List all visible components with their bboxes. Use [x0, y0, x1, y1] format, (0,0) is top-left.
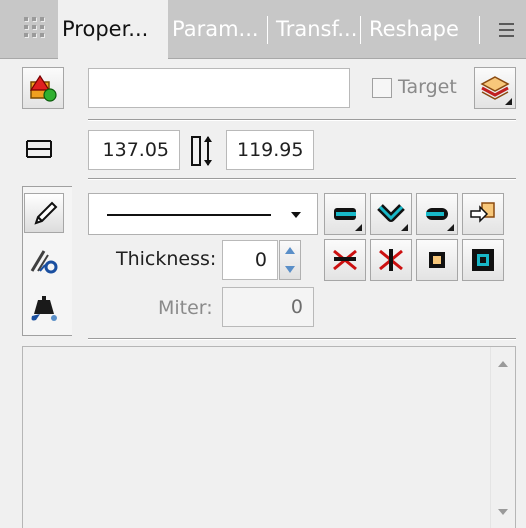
- miter-join-button[interactable]: [324, 239, 366, 281]
- stroke-import-button[interactable]: [462, 193, 504, 235]
- line-style-dropdown[interactable]: [88, 193, 318, 235]
- inside-stroke-icon: [429, 252, 445, 268]
- tab-properties[interactable]: Proper...: [58, 0, 168, 59]
- tab-separator: [360, 16, 361, 44]
- stepper-up-icon: [285, 247, 295, 254]
- object-type-button[interactable]: [22, 67, 64, 109]
- chevron-down-icon: [291, 212, 301, 218]
- tab-reshape[interactable]: Reshape: [369, 0, 459, 58]
- layer-button[interactable]: [474, 67, 516, 109]
- width-icon: [24, 138, 54, 160]
- pen-icon: [34, 201, 58, 225]
- properties-panel: Proper... Param... Transf... Reshape Tar…: [0, 0, 526, 528]
- height-icon: [189, 134, 215, 168]
- pen-tool-button[interactable]: [24, 193, 64, 233]
- miter-field: 0: [222, 287, 314, 327]
- divider: [88, 178, 516, 179]
- target-checkbox[interactable]: [372, 78, 392, 98]
- brush-style-icon[interactable]: [28, 245, 62, 277]
- scroll-down-icon: [498, 509, 508, 515]
- divider: [88, 338, 516, 339]
- miter-label: Miter:: [158, 297, 213, 319]
- fill-bucket-icon[interactable]: [28, 292, 62, 324]
- tab-separator: [479, 16, 480, 44]
- thickness-field[interactable]: 0: [222, 240, 278, 280]
- line-style-preview: [107, 214, 271, 216]
- thickness-label: Thickness:: [116, 248, 217, 270]
- target-label: Target: [398, 76, 457, 98]
- thickness-stepper[interactable]: [279, 240, 301, 280]
- width-field[interactable]: 137.05: [88, 130, 180, 170]
- bevel-join-button[interactable]: [370, 239, 412, 281]
- properties-list[interactable]: [22, 346, 516, 528]
- divider: [88, 119, 516, 120]
- stroke-import-icon: [470, 202, 495, 223]
- tab-transform[interactable]: Transf...: [276, 0, 357, 58]
- tab-separator: [267, 16, 268, 44]
- vertical-scrollbar[interactable]: [490, 347, 515, 528]
- height-field[interactable]: 119.95: [226, 130, 314, 170]
- tab-strip: Proper... Param... Transf... Reshape: [0, 0, 526, 59]
- tab-parameters[interactable]: Param...: [172, 0, 259, 58]
- outside-stroke-icon: [472, 249, 494, 271]
- shape-object-icon: [29, 74, 57, 102]
- butt-cap-button[interactable]: [324, 193, 366, 235]
- outside-stroke-button[interactable]: [462, 239, 504, 281]
- drag-grip-icon[interactable]: [22, 15, 56, 45]
- miter-join-icon: [333, 249, 357, 271]
- round-join-button[interactable]: [370, 193, 412, 235]
- panel-menu-icon[interactable]: [497, 20, 517, 40]
- scroll-up-icon: [498, 361, 508, 367]
- object-name-field[interactable]: [88, 68, 350, 108]
- stepper-down-icon: [285, 266, 295, 273]
- inside-stroke-button[interactable]: [416, 239, 458, 281]
- round-cap-button[interactable]: [416, 193, 458, 235]
- bevel-join-icon: [379, 249, 403, 271]
